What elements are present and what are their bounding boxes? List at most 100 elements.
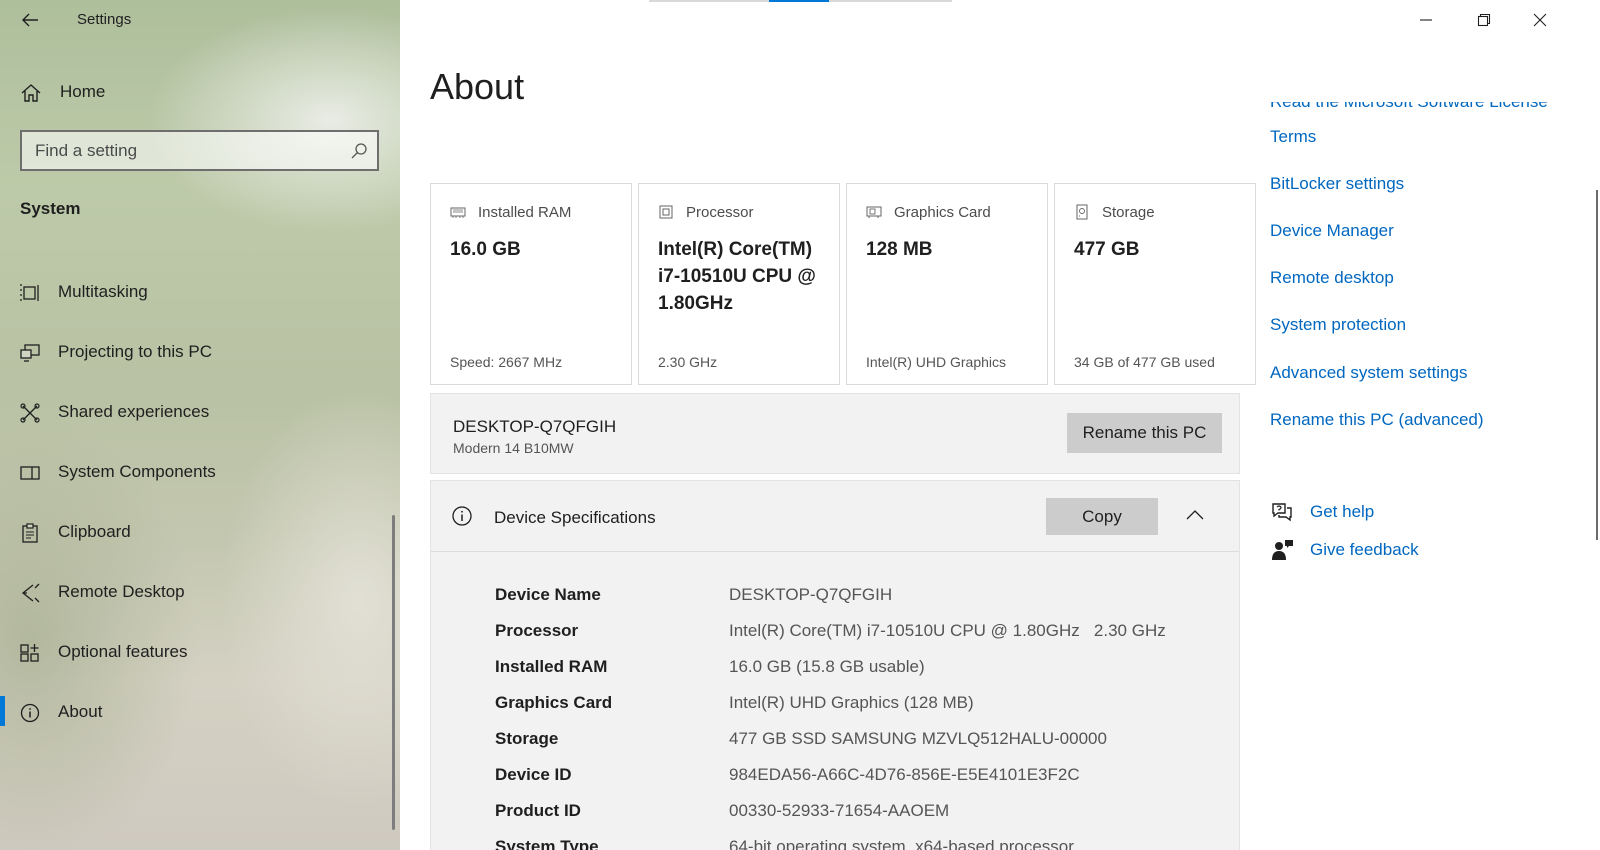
- sidebar-item-home[interactable]: Home: [0, 72, 400, 112]
- spec-row-processor: Processor Intel(R) Core(TM) i7-10510U CP…: [495, 621, 1215, 657]
- spec-value: 984EDA56-A66C-4D76-856E-E5E4101E3F2C: [729, 765, 1080, 784]
- back-button[interactable]: [14, 8, 46, 32]
- graphics-card-icon: [866, 206, 882, 218]
- close-button[interactable]: [1511, 0, 1569, 40]
- sidebar-item-system-components[interactable]: System Components: [0, 452, 395, 512]
- pc-name-panel: DESKTOP-Q7QFGIH Modern 14 B10MW Rename t…: [430, 393, 1240, 474]
- device-specifications-table: Device Name DESKTOP-Q7QFGIH Processor In…: [495, 585, 1215, 850]
- sidebar-item-remote-desktop[interactable]: Remote Desktop: [0, 572, 395, 632]
- related-link-rename-pc-advanced[interactable]: Rename this PC (advanced): [1270, 410, 1484, 430]
- ram-icon: [450, 207, 466, 218]
- spec-key: Processor: [495, 621, 579, 640]
- spec-value: 64-bit operating system, x64-based proce…: [729, 837, 1074, 850]
- card-subtext: 34 GB of 477 GB used: [1074, 354, 1215, 370]
- sidebar-item-label: System Components: [58, 462, 216, 481]
- sidebar-scrollbar[interactable]: [392, 515, 395, 830]
- spec-row-installed-ram: Installed RAM 16.0 GB (15.8 GB usable): [495, 657, 1215, 693]
- card-subtext: Intel(R) UHD Graphics: [866, 354, 1007, 370]
- spec-value: 16.0 GB (15.8 GB usable): [729, 657, 925, 676]
- section-title: System: [20, 199, 81, 218]
- device-specifications-header[interactable]: Device Specifications Copy: [431, 481, 1239, 552]
- processor-icon: [659, 205, 673, 219]
- restore-button[interactable]: [1455, 0, 1513, 40]
- give-feedback-icon: [1272, 540, 1293, 560]
- info-icon: [452, 506, 472, 526]
- card-value: Intel(R) Core(TM) i7-10510U CPU @ 1.80GH…: [658, 239, 816, 314]
- spec-value: Intel(R) Core(TM) i7-10510U CPU @ 1.80GH…: [729, 621, 1166, 640]
- sidebar-item-optional-features[interactable]: Optional features: [0, 632, 395, 692]
- related-link-text: Terms: [1270, 127, 1317, 146]
- spec-value: Intel(R) UHD Graphics (128 MB): [729, 693, 974, 712]
- related-link-license-terms[interactable]: Read the Microsoft Software License Term…: [1270, 102, 1570, 152]
- optional-features-icon: [20, 644, 39, 662]
- give-feedback-label: Give feedback: [1310, 540, 1419, 559]
- sidebar-item-about[interactable]: About: [0, 692, 395, 752]
- spec-key: Device Name: [495, 585, 601, 604]
- sidebar-item-projecting[interactable]: Projecting to this PC: [0, 332, 395, 392]
- give-feedback-link[interactable]: Give feedback: [1270, 537, 1419, 563]
- device-specifications-title: Device Specifications: [494, 508, 656, 527]
- collapse-button[interactable]: [1183, 503, 1207, 527]
- get-help-label: Get help: [1310, 502, 1375, 521]
- spec-key: Graphics Card: [495, 693, 613, 712]
- related-link-system-protection[interactable]: System protection: [1270, 315, 1406, 335]
- hardware-summary-cards: Installed RAM 16.0 GB Speed: 2667 MHz Pr…: [430, 183, 1256, 385]
- multitasking-icon: [20, 284, 39, 301]
- related-link-advanced-system-settings[interactable]: Advanced system settings: [1270, 363, 1467, 383]
- rename-pc-button[interactable]: Rename this PC: [1067, 413, 1222, 453]
- about-icon: [20, 703, 40, 723]
- card-processor: Processor Intel(R) Core(TM) i7-10510U CP…: [638, 183, 840, 385]
- related-link-bitlocker[interactable]: BitLocker settings: [1270, 174, 1404, 194]
- system-components-icon: [20, 466, 40, 480]
- sidebar-item-label: Home: [60, 82, 106, 101]
- search-input[interactable]: [22, 132, 332, 169]
- selection-indicator: [0, 696, 5, 726]
- sidebar-item-clipboard[interactable]: Clipboard: [0, 512, 395, 572]
- related-link-device-manager[interactable]: Device Manager: [1270, 221, 1394, 241]
- search-box: [20, 130, 379, 171]
- tab-strip-active: [769, 0, 829, 2]
- spec-value: 00330-52933-71654-AAOEM: [729, 801, 950, 820]
- related-link-remote-desktop[interactable]: Remote desktop: [1270, 268, 1394, 288]
- sidebar-titlebar: Settings: [0, 0, 400, 40]
- sidebar-item-shared-experiences[interactable]: Shared experiences: [0, 392, 395, 452]
- sidebar-item-label: About: [58, 702, 103, 721]
- clipboard-icon: [22, 523, 38, 543]
- sidebar-item-label: Shared experiences: [58, 402, 210, 421]
- close-icon: [1533, 13, 1547, 27]
- chevron-up-icon: [1186, 510, 1204, 520]
- sidebar-nav: Multitasking Projecting to this PC Share…: [0, 272, 395, 752]
- main-content: About Installed RAM 16.0 GB Speed: 2667 …: [400, 0, 1600, 850]
- main-scrollbar[interactable]: [1596, 190, 1598, 540]
- card-label: Processor: [686, 204, 754, 221]
- spec-row-device-name: Device Name DESKTOP-Q7QFGIH: [495, 585, 1215, 621]
- card-subtext: 2.30 GHz: [658, 354, 718, 370]
- sidebar-item-label: Multitasking: [58, 282, 148, 301]
- app-title: Settings: [77, 11, 132, 28]
- related-link-text: Read the Microsoft Software License: [1270, 102, 1548, 112]
- card-storage: Storage 477 GB 34 GB of 477 GB used: [1054, 183, 1256, 385]
- spec-row-product-id: Product ID 00330-52933-71654-AAOEM: [495, 801, 1215, 837]
- sidebar-item-label: Clipboard: [58, 522, 131, 541]
- search-icon[interactable]: [350, 142, 368, 160]
- card-subtext: Speed: 2667 MHz: [450, 354, 563, 370]
- sidebar-item-label: Remote Desktop: [58, 582, 185, 601]
- spec-key: Product ID: [495, 801, 581, 820]
- copy-button[interactable]: Copy: [1046, 498, 1158, 535]
- spec-key: System Type: [495, 837, 599, 850]
- shared-experiences-icon: [20, 403, 40, 423]
- spec-row-storage: Storage 477 GB SSD SAMSUNG MZVLQ512HALU-…: [495, 729, 1215, 765]
- back-arrow-icon: [22, 13, 38, 27]
- spec-value: 477 GB SSD SAMSUNG MZVLQ512HALU-00000: [729, 729, 1107, 748]
- sidebar-item-label: Projecting to this PC: [58, 342, 213, 361]
- card-value: 128 MB: [866, 239, 933, 260]
- home-icon: [21, 84, 41, 102]
- card-label: Storage: [1102, 204, 1155, 221]
- pc-name: DESKTOP-Q7QFGIH: [453, 417, 617, 436]
- sidebar-item-multitasking[interactable]: Multitasking: [0, 272, 395, 332]
- spec-key: Device ID: [495, 765, 572, 784]
- spec-key: Storage: [495, 729, 559, 748]
- minimize-button[interactable]: [1397, 0, 1455, 40]
- card-label: Installed RAM: [478, 204, 572, 221]
- get-help-link[interactable]: Get help: [1270, 499, 1374, 525]
